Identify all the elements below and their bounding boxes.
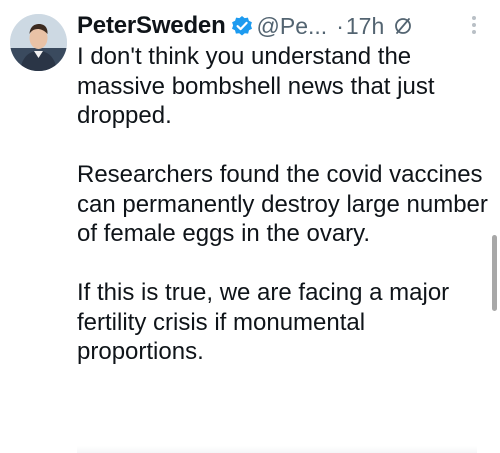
avatar[interactable] xyxy=(10,14,67,71)
tweet-paragraph-2: Researchers found the covid vaccines can… xyxy=(77,161,488,247)
more-options-icon[interactable] xyxy=(471,16,477,36)
tweet[interactable]: PeterSweden @Pe... · 17h I don't think y… xyxy=(0,0,500,453)
scrollbar-thumb[interactable] xyxy=(492,235,497,311)
tweet-text: I don't think you understand the massive… xyxy=(77,42,489,367)
verified-badge-icon[interactable] xyxy=(231,15,253,37)
tweet-paragraph-3: If this is true, we are facing a major f… xyxy=(77,279,450,365)
grok-icon[interactable] xyxy=(393,16,413,36)
separator-dot: · xyxy=(336,12,344,39)
tweet-paragraph-1: I don't think you understand the massive… xyxy=(77,43,435,129)
handle[interactable]: @Pe... xyxy=(257,13,328,40)
timestamp[interactable]: 17h xyxy=(346,13,384,40)
tweet-header: PeterSweden @Pe... · 17h xyxy=(77,10,487,42)
display-name[interactable]: PeterSweden xyxy=(77,12,226,40)
cutoff-text-fade xyxy=(77,446,477,453)
